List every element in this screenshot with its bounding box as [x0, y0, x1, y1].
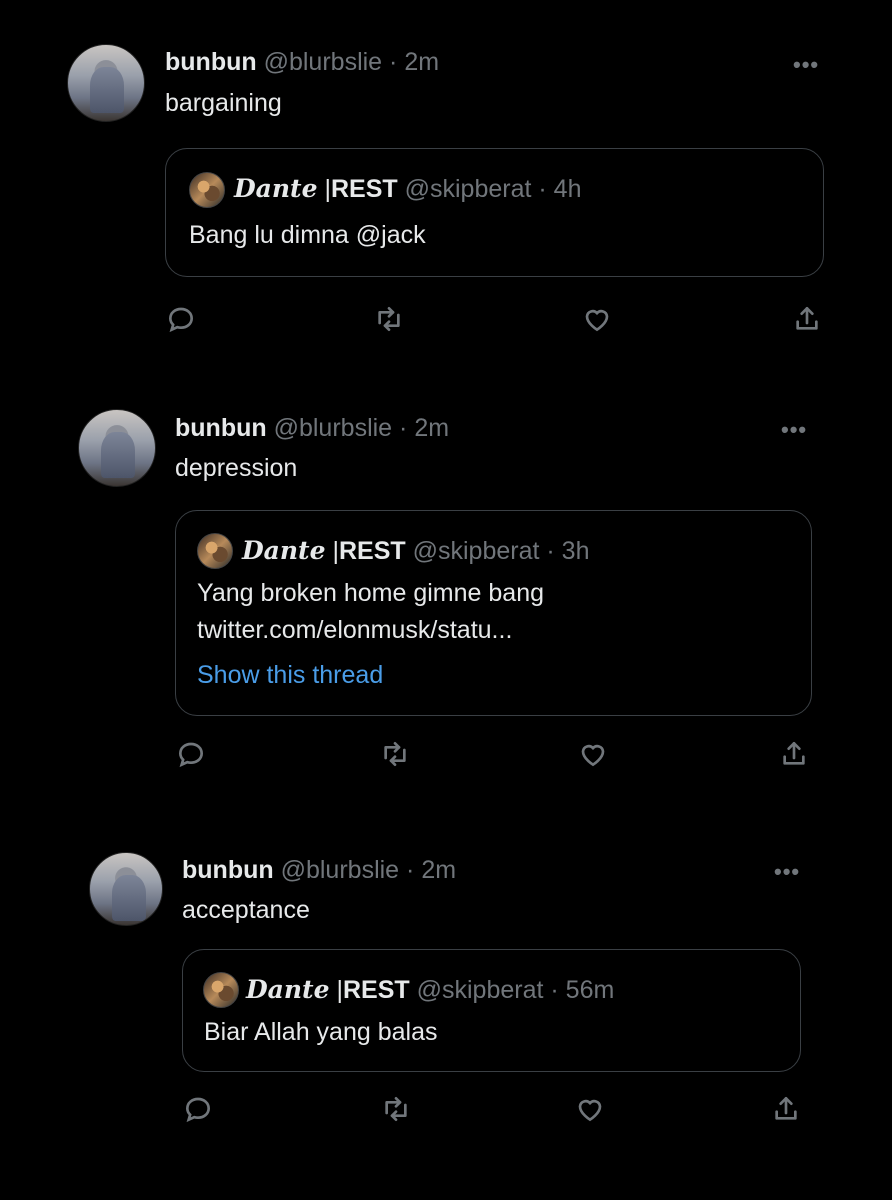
share-icon[interactable]: [791, 303, 823, 335]
quote-tweet[interactable]: Dante |REST @skipberat · 56m Biar Allah …: [182, 949, 801, 1072]
separator-dot: ·: [389, 48, 398, 76]
tweet-header: bunbun @blurbslie · 2m: [175, 414, 449, 443]
quote-header: Dante |REST @skipberat · 56m: [246, 975, 614, 1005]
heart-icon[interactable]: [577, 738, 609, 770]
heart-icon[interactable]: [574, 1093, 606, 1125]
timestamp[interactable]: 2m: [414, 414, 449, 442]
author-name[interactable]: bunbun: [165, 48, 257, 76]
more-icon[interactable]: •••: [774, 859, 800, 885]
quote-header: Dante |REST @skipberat · 3h: [242, 536, 589, 566]
quote-tweet[interactable]: Dante |REST @skipberat · 3h Yang broken …: [175, 510, 812, 716]
tweet[interactable]: bunbun @blurbslie · 2m ••• acceptance Da…: [0, 830, 892, 1200]
separator-dot: ·: [538, 175, 547, 203]
separator-dot: ·: [399, 414, 408, 442]
reply-icon[interactable]: [175, 738, 207, 770]
quote-avatar: [189, 172, 225, 208]
show-thread-link[interactable]: Show this thread: [197, 661, 383, 690]
author-name[interactable]: bunbun: [175, 414, 267, 442]
author-handle[interactable]: @blurbslie: [281, 856, 399, 884]
quote-timestamp: 4h: [553, 175, 582, 203]
quote-tweet[interactable]: Dante |REST @skipberat · 4h Bang lu dimn…: [165, 148, 824, 277]
reply-icon[interactable]: [182, 1093, 214, 1125]
quote-text-link[interactable]: twitter.com/elonmusk/statu...: [197, 612, 512, 649]
quote-author-suffix: REST: [338, 537, 406, 565]
quote-author-name: Dante: [246, 975, 330, 1004]
tweet-header: bunbun @blurbslie · 2m: [165, 48, 439, 77]
quote-header: Dante |REST @skipberat · 4h: [234, 174, 581, 204]
author-name[interactable]: bunbun: [182, 856, 274, 884]
reply-icon[interactable]: [165, 303, 197, 335]
tweet[interactable]: bunbun @blurbslie · 2m ••• bargaining Da…: [0, 0, 892, 360]
quote-avatar: [197, 533, 233, 569]
retweet-icon[interactable]: [379, 738, 411, 770]
separator-dot: ·: [546, 537, 555, 565]
quote-text: Yang broken home gimne bang: [197, 579, 544, 607]
author-handle[interactable]: @blurbslie: [264, 48, 382, 76]
share-icon[interactable]: [778, 738, 810, 770]
quote-author-suffix: REST: [342, 976, 410, 1004]
avatar[interactable]: [89, 852, 163, 926]
tweet-header: bunbun @blurbslie · 2m: [182, 856, 456, 885]
timestamp[interactable]: 2m: [421, 856, 456, 884]
tweet[interactable]: bunbun @blurbslie · 2m ••• depression Da…: [0, 380, 892, 800]
retweet-icon[interactable]: [373, 303, 405, 335]
quote-text: Biar Allah yang balas: [204, 1018, 438, 1046]
avatar[interactable]: [78, 409, 156, 487]
quote-handle: @skipberat: [404, 175, 532, 203]
quote-author-name: Dante: [242, 536, 326, 565]
avatar[interactable]: [67, 44, 145, 122]
separator-dot: ·: [406, 856, 415, 884]
more-icon[interactable]: •••: [781, 417, 807, 443]
tweet-text: depression: [175, 454, 298, 482]
separator-dot: ·: [550, 976, 559, 1004]
heart-icon[interactable]: [581, 303, 613, 335]
quote-text: Bang lu dimna @jack: [189, 221, 426, 249]
quote-timestamp: 3h: [561, 537, 590, 565]
more-icon[interactable]: •••: [793, 52, 819, 78]
tweet-text: acceptance: [182, 896, 310, 924]
quote-handle: @skipberat: [412, 537, 540, 565]
share-icon[interactable]: [770, 1093, 802, 1125]
author-handle[interactable]: @blurbslie: [274, 414, 392, 442]
timestamp[interactable]: 2m: [404, 48, 439, 76]
quote-handle: @skipberat: [416, 976, 544, 1004]
retweet-icon[interactable]: [380, 1093, 412, 1125]
tweet-text: bargaining: [165, 89, 282, 117]
quote-author-name: Dante: [234, 174, 318, 203]
quote-author-suffix: REST: [330, 175, 398, 203]
quote-avatar: [203, 972, 239, 1008]
quote-timestamp: 56m: [565, 976, 615, 1004]
